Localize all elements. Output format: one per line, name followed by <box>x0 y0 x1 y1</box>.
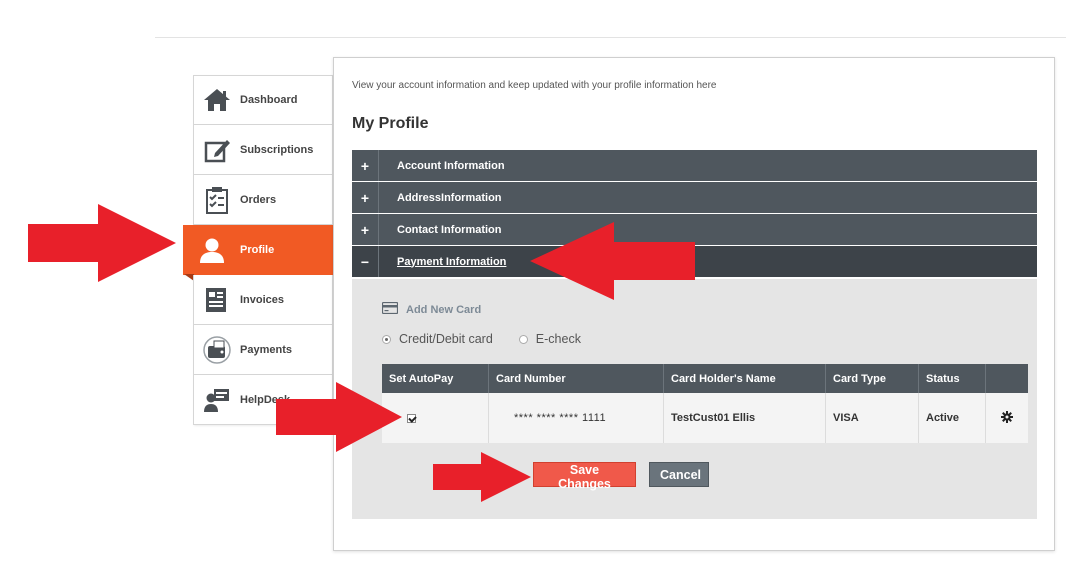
cancel-button[interactable]: Cancel <box>649 462 709 487</box>
clipboard-icon <box>194 186 240 214</box>
wallet-icon <box>194 335 240 365</box>
annotation-arrow-icon <box>530 222 695 300</box>
sidebar-item-profile[interactable]: Profile <box>183 225 333 281</box>
table-row: **** **** **** 1111 TestCust01 Ellis VIS… <box>382 393 1028 443</box>
support-icon <box>194 386 240 414</box>
saved-cards-table: Set AutoPay Card Number Card Holder's Na… <box>382 364 1028 443</box>
user-icon <box>184 236 240 264</box>
sidebar-item-label: Profile <box>240 243 275 256</box>
top-divider <box>155 37 1066 38</box>
annotation-arrow-icon <box>28 204 176 282</box>
sidebar-item-orders[interactable]: Orders <box>193 175 333 225</box>
home-icon <box>194 87 240 113</box>
column-header: Card Type <box>825 364 919 393</box>
table-header-row: Set AutoPay Card Number Card Holder's Na… <box>382 364 1028 393</box>
section-label: Contact Information <box>397 223 502 236</box>
radio-button[interactable] <box>518 334 528 344</box>
radio-button[interactable] <box>382 334 391 344</box>
add-new-card-label: Add New Card <box>406 304 482 316</box>
column-header: Card Holder's Name <box>663 364 826 393</box>
sidebar-item-payments[interactable]: Payments <box>193 325 333 375</box>
invoice-icon <box>194 286 240 314</box>
sidebar-nav: Dashboard Subscriptions Orders Profile I… <box>183 75 333 425</box>
expand-icon[interactable]: + <box>352 150 379 181</box>
card-type-cell: VISA <box>825 393 919 443</box>
sidebar-item-label: Subscriptions <box>240 143 314 156</box>
column-header: Status <box>918 364 986 393</box>
sidebar-item-dashboard[interactable]: Dashboard <box>193 75 333 125</box>
edit-icon <box>194 137 240 163</box>
payment-method-group: Credit/Debit card E-check <box>382 332 607 346</box>
page-title: My Profile <box>352 115 429 132</box>
section-label[interactable]: Payment Information <box>397 256 506 268</box>
annotation-arrow-icon <box>276 382 402 452</box>
sidebar-item-label: Dashboard <box>240 94 298 106</box>
radio-e-check[interactable]: E-check <box>518 332 581 346</box>
sidebar-item-label: Orders <box>240 193 277 206</box>
column-header: Card Number <box>488 364 664 393</box>
section-account-information[interactable]: + Account Information <box>352 150 1037 181</box>
save-changes-button[interactable]: Save Changes <box>533 462 636 491</box>
credit-card-icon <box>381 301 399 319</box>
radio-label: Credit/Debit card <box>399 332 493 346</box>
section-address-information[interactable]: + AddressInformation <box>352 182 1037 213</box>
actions-cell <box>985 393 1028 443</box>
gear-icon[interactable] <box>1001 410 1013 426</box>
expand-icon[interactable]: + <box>352 182 379 213</box>
autopay-checkbox[interactable] <box>407 413 416 423</box>
add-new-card-button[interactable]: Add New Card <box>381 301 482 319</box>
intro-text: View your account information and keep u… <box>352 80 717 91</box>
status-cell: Active <box>918 393 986 443</box>
collapse-icon[interactable]: − <box>352 246 379 277</box>
expand-icon[interactable]: + <box>352 214 379 245</box>
radio-credit-debit-card[interactable]: Credit/Debit card <box>382 332 493 346</box>
section-label: Account Information <box>397 159 505 172</box>
sidebar-item-invoices[interactable]: Invoices <box>193 275 333 325</box>
sidebar-item-subscriptions[interactable]: Subscriptions <box>193 125 333 175</box>
section-label: AddressInformation <box>397 191 502 204</box>
card-number-cell: **** **** **** 1111 <box>488 393 664 443</box>
column-header <box>985 364 1028 393</box>
card-holder-cell: TestCust01 Ellis <box>663 393 826 443</box>
annotation-arrow-icon <box>433 452 531 502</box>
sidebar-item-label: Payments <box>240 343 292 356</box>
radio-label: E-check <box>535 332 581 346</box>
sidebar-item-label: Invoices <box>240 293 285 306</box>
